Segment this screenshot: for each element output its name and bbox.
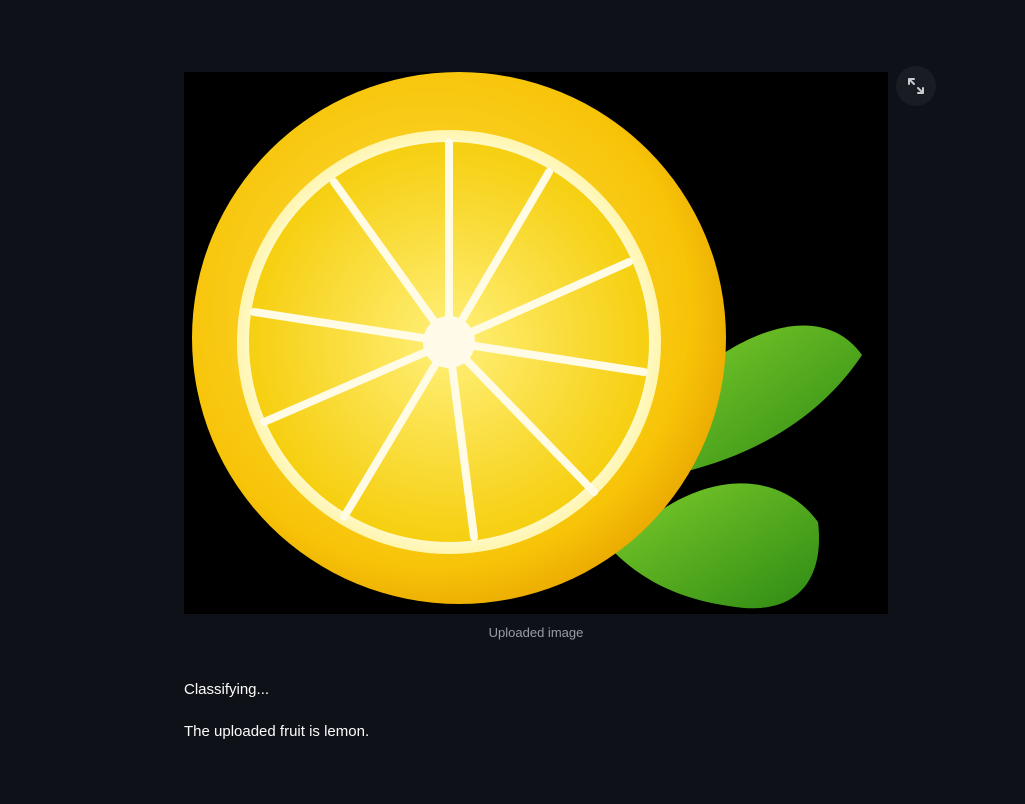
uploaded-image (184, 72, 888, 614)
fullscreen-button[interactable] (896, 66, 936, 106)
expand-icon (908, 78, 924, 94)
result-text: The uploaded fruit is lemon. (184, 723, 370, 740)
image-caption: Uploaded image (488, 625, 584, 640)
lemon-slice-image (192, 72, 862, 609)
status-text: Classifying... (184, 681, 270, 698)
